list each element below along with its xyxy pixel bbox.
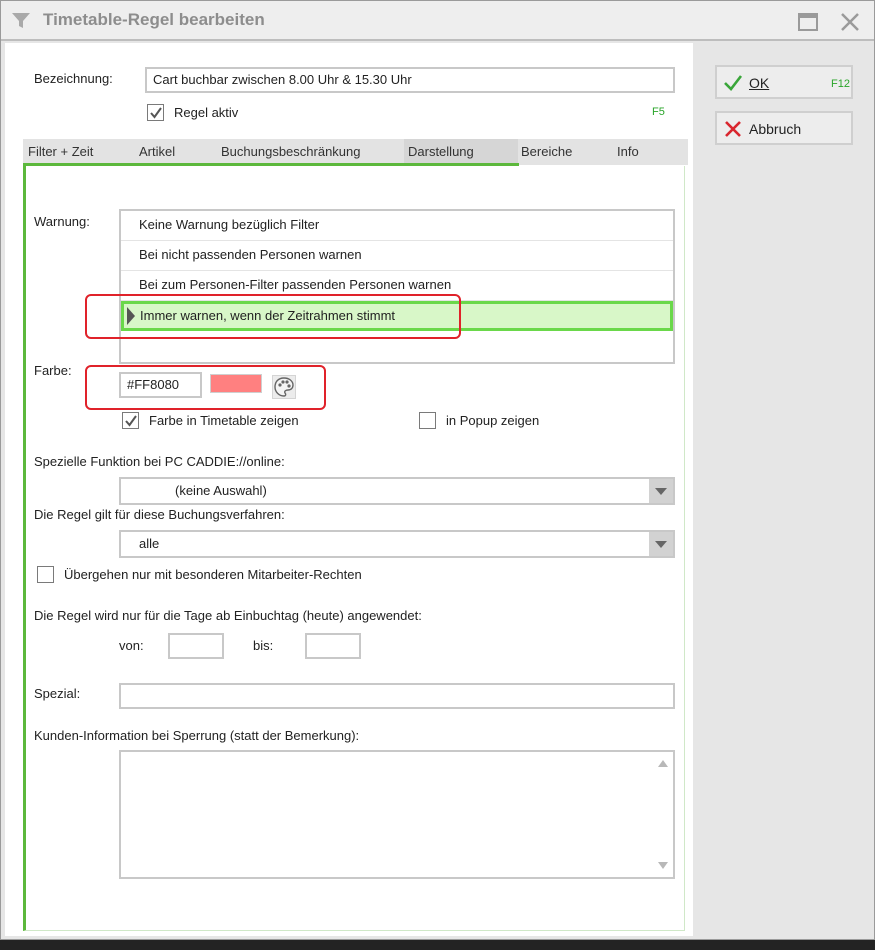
checkmark-icon [724, 75, 743, 91]
taskbar-strip [0, 940, 875, 950]
tab-bar: Filter + Zeit Artikel Buchungsbeschränku… [23, 139, 688, 166]
button-panel: OK F12 Abbruch [693, 43, 874, 936]
rule-active-checkbox[interactable] [147, 104, 164, 121]
tab-darstellung[interactable]: Darstellung [408, 144, 474, 159]
checkmark-icon [125, 415, 137, 427]
rule-active-hotkey: F5 [652, 106, 665, 118]
filter-icon [12, 13, 30, 28]
color-label: Farbe: [34, 363, 72, 378]
checkmark-icon [150, 107, 162, 119]
days-from-label: von: [119, 638, 144, 653]
warning-option[interactable]: Keine Warnung bezüglich Filter [121, 211, 673, 241]
customer-info-label: Kunden-Information bei Sperrung (statt d… [34, 728, 360, 743]
close-icon[interactable] [839, 11, 861, 33]
booking-procedure-label: Die Regel gilt für diese Buchungsverfahr… [34, 507, 285, 522]
scrollbar[interactable] [653, 752, 673, 877]
chevron-down-icon [655, 541, 667, 548]
booking-procedure-value: alle [139, 536, 160, 551]
days-to-label: bis: [253, 638, 274, 653]
ok-label: OK [749, 75, 770, 91]
rule-active-label: Regel aktiv [174, 105, 239, 120]
warning-label: Warnung: [34, 214, 90, 229]
name-input[interactable]: Cart buchbar zwischen 8.00 Uhr & 15.30 U… [145, 67, 675, 93]
customer-info-textarea[interactable] [119, 750, 675, 879]
tab-filter-zeit[interactable]: Filter + Zeit [28, 144, 93, 159]
scroll-down-icon[interactable] [657, 861, 669, 871]
tab-bereiche[interactable]: Bereiche [521, 144, 572, 159]
show-in-timetable-label: Farbe in Timetable zeigen [149, 413, 299, 428]
ok-button[interactable]: OK F12 [715, 65, 853, 99]
warning-listbox[interactable]: Keine Warnung bezüglich Filter Bei nicht… [119, 209, 675, 364]
show-in-popup-label: in Popup zeigen [446, 413, 540, 428]
online-function-value: (keine Auswahl) [175, 483, 267, 498]
highlight-color [85, 365, 326, 410]
days-label: Die Regel wird nur für die Tage ab Einbu… [34, 608, 422, 623]
ok-hotkey: F12 [831, 78, 850, 90]
main-panel: Bezeichnung: Cart buchbar zwischen 8.00 … [5, 43, 693, 936]
warning-option[interactable]: Bei nicht passenden Personen warnen [121, 241, 673, 271]
window-title: Timetable-Regel bearbeiten [43, 10, 265, 29]
tab-buchungsbeschraenkung[interactable]: Buchungsbeschränkung [221, 144, 361, 159]
dialog-window: Timetable-Regel bearbeiten Bezeichnung: … [0, 0, 875, 940]
cross-icon [725, 121, 741, 137]
chevron-down-icon [655, 488, 667, 495]
highlight-warning-selection [85, 294, 461, 339]
dropdown-button[interactable] [649, 532, 673, 556]
maximize-icon[interactable] [797, 11, 819, 33]
show-in-popup-checkbox[interactable] [419, 412, 436, 429]
override-checkbox[interactable] [37, 566, 54, 583]
online-function-select[interactable]: (keine Auswahl) [119, 477, 675, 505]
cancel-button[interactable]: Abbruch [715, 111, 853, 145]
show-in-timetable-checkbox[interactable] [122, 412, 139, 429]
title-bar: Timetable-Regel bearbeiten [1, 1, 874, 41]
scroll-up-icon[interactable] [657, 758, 669, 768]
override-label: Übergehen nur mit besonderen Mitarbeiter… [64, 567, 362, 582]
tab-artikel[interactable]: Artikel [139, 144, 175, 159]
days-from-input[interactable] [168, 633, 224, 659]
days-to-input[interactable] [305, 633, 361, 659]
cancel-label: Abbruch [749, 121, 802, 137]
dropdown-button[interactable] [649, 479, 673, 503]
name-label: Bezeichnung: [34, 71, 113, 86]
online-function-label: Spezielle Funktion bei PC CADDIE://onlin… [34, 454, 285, 469]
tab-info[interactable]: Info [617, 144, 639, 159]
special-label: Spezial: [34, 686, 81, 701]
special-input[interactable] [119, 683, 675, 709]
booking-procedure-select[interactable]: alle [119, 530, 675, 558]
